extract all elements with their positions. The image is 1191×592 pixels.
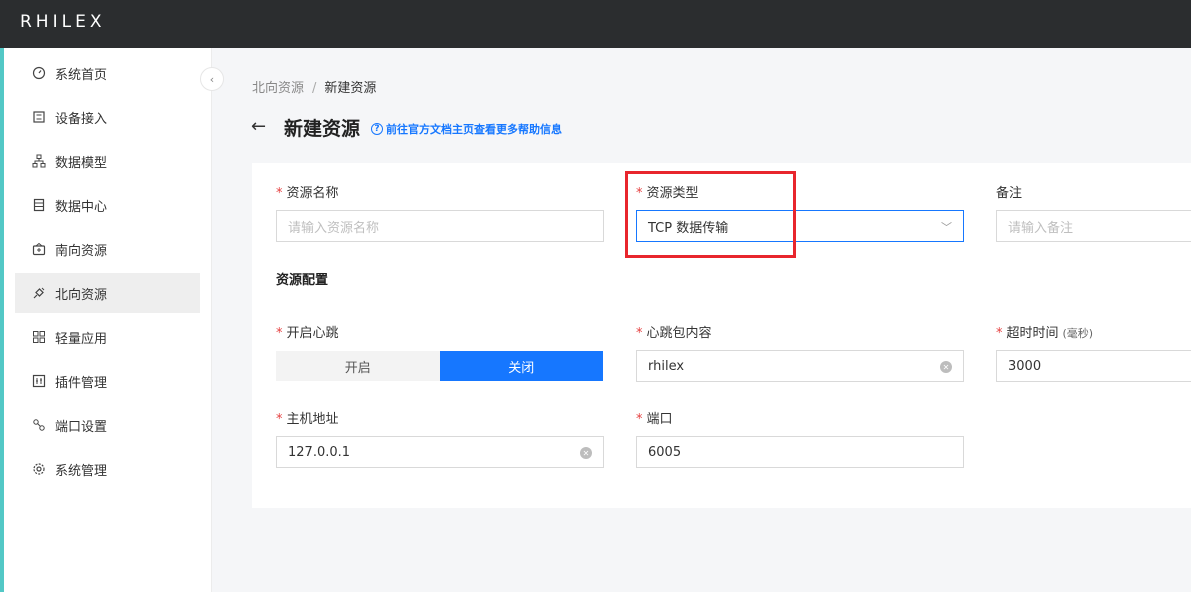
chevron-left-icon: ‹ (209, 72, 215, 86)
app-logo[interactable]: RHILEX (20, 12, 105, 32)
sidebar-item-south-resources[interactable]: 南向资源 (15, 229, 200, 269)
host-label: * 主机地址 (276, 412, 339, 427)
heartbeat-content-label: * 心跳包内容 (636, 326, 712, 341)
sidebar-item-label: 数据中心 (55, 199, 108, 215)
clear-icon[interactable]: ✕ (940, 361, 952, 373)
sidebar-item-label: 设备接入 (55, 111, 108, 127)
heartbeat-toggle: 开启 关闭 (276, 351, 603, 381)
device-icon (32, 110, 46, 124)
required-star: * (636, 412, 643, 427)
sidebar-item-port-settings[interactable]: 端口设置 (15, 405, 200, 445)
sidebar-item-label: 系统管理 (55, 463, 108, 479)
sidebar: 系统首页 设备接入 数据模型 数据中心 南向资源 北向资源 轻量应用 插件管理 … (4, 48, 212, 592)
breadcrumb-parent[interactable]: 北向资源 (252, 81, 304, 96)
breadcrumb-current: 新建资源 (324, 81, 377, 96)
port-icon (32, 418, 46, 432)
host-value: 127.0.0.1 (288, 444, 351, 460)
clear-icon[interactable]: ✕ (580, 447, 592, 459)
annotation-highlight-box (625, 171, 796, 258)
name-label: * 资源名称 (276, 186, 339, 201)
required-star: * (276, 326, 283, 341)
breadcrumb-separator: / (312, 81, 317, 96)
heartbeat-label: * 开启心跳 (276, 326, 339, 341)
sidebar-collapse-button[interactable]: ‹ (200, 67, 224, 91)
required-star: * (996, 326, 1003, 341)
config-section-title: 资源配置 (276, 273, 329, 288)
sidebar-item-label: 南向资源 (55, 243, 108, 259)
apps-icon (32, 330, 46, 344)
hierarchy-icon (32, 154, 46, 168)
remark-input[interactable]: 请输入备注 (996, 210, 1191, 242)
sidebar-item-system[interactable]: 系统管理 (15, 449, 200, 489)
sidebar-item-north-resources[interactable]: 北向资源 (15, 273, 200, 313)
sidebar-item-label: 系统首页 (55, 67, 108, 83)
gear-icon (32, 462, 46, 476)
sidebar-item-light-apps[interactable]: 轻量应用 (15, 317, 200, 357)
port-label: * 端口 (636, 412, 673, 427)
timeout-unit: (毫秒) (1062, 327, 1094, 340)
plugin-icon (32, 374, 46, 388)
sidebar-item-data-model[interactable]: 数据模型 (15, 141, 200, 181)
timeout-label: * 超时时间 (毫秒) (996, 326, 1094, 341)
plug-icon (32, 286, 46, 300)
help-link-text: 前往官方文档主页查看更多帮助信息 (386, 123, 562, 136)
resource-name-input[interactable]: 请输入资源名称 (276, 210, 604, 242)
south-icon (32, 242, 46, 256)
back-arrow-icon[interactable]: ← (251, 116, 266, 137)
heartbeat-off-option[interactable]: 关闭 (439, 351, 603, 381)
port-input[interactable]: 6005 (636, 436, 964, 468)
sidebar-item-label: 北向资源 (55, 287, 108, 303)
dashboard-icon (32, 66, 46, 80)
heartbeat-content-value: rhilex (648, 358, 685, 374)
host-input[interactable]: 127.0.0.1 ✕ (276, 436, 604, 468)
sidebar-item-label: 轻量应用 (55, 331, 108, 347)
sidebar-item-plugins[interactable]: 插件管理 (15, 361, 200, 401)
sidebar-item-data-center[interactable]: 数据中心 (15, 185, 200, 225)
sidebar-item-home[interactable]: 系统首页 (15, 53, 200, 93)
sidebar-item-label: 端口设置 (55, 419, 108, 435)
timeout-input[interactable]: 3000 (996, 350, 1191, 382)
question-icon: ? (371, 123, 383, 135)
heartbeat-content-input[interactable]: rhilex ✕ (636, 350, 964, 382)
help-link[interactable]: ? 前往官方文档主页查看更多帮助信息 (371, 121, 562, 137)
required-star: * (276, 412, 283, 427)
remark-label: 备注 (996, 186, 1023, 201)
sidebar-item-devices[interactable]: 设备接入 (15, 97, 200, 137)
required-star: * (636, 326, 643, 341)
sidebar-item-label: 数据模型 (55, 155, 108, 171)
required-star: * (276, 186, 283, 201)
sidebar-item-label: 插件管理 (55, 375, 108, 391)
top-bar: RHILEX (0, 0, 1191, 48)
heartbeat-on-option[interactable]: 开启 (276, 351, 440, 381)
page-title: 新建资源 (284, 118, 361, 140)
breadcrumb: 北向资源 / 新建资源 (252, 77, 376, 96)
database-icon (32, 198, 46, 212)
chevron-down-icon: ﹀ (941, 221, 952, 234)
